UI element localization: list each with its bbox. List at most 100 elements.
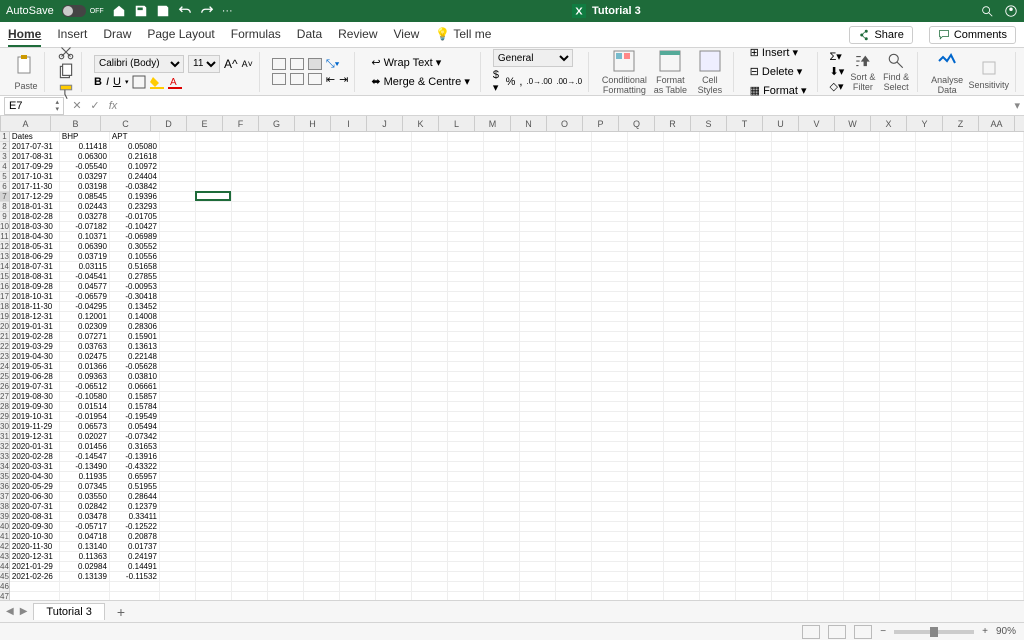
cell[interactable]: [772, 242, 808, 251]
cell[interactable]: [556, 302, 592, 311]
col-header[interactable]: X: [871, 116, 907, 131]
cell[interactable]: [412, 282, 448, 291]
cell[interactable]: [160, 542, 196, 551]
cell[interactable]: [448, 562, 484, 571]
cell[interactable]: [772, 562, 808, 571]
cell[interactable]: [304, 472, 340, 481]
cell[interactable]: [916, 492, 952, 501]
cell[interactable]: [952, 422, 988, 431]
cell[interactable]: 0.02027: [60, 432, 110, 441]
cell[interactable]: [844, 552, 880, 561]
page-layout-view-icon[interactable]: [828, 625, 846, 639]
cell[interactable]: [772, 382, 808, 391]
cell[interactable]: [772, 332, 808, 341]
cell[interactable]: [160, 392, 196, 401]
cell[interactable]: [268, 402, 304, 411]
cell[interactable]: [988, 342, 1024, 351]
cell[interactable]: -0.05628: [110, 362, 160, 371]
cell[interactable]: [880, 372, 916, 381]
cell[interactable]: [520, 142, 556, 151]
share-button[interactable]: Share: [849, 26, 912, 44]
cell[interactable]: [808, 432, 844, 441]
cell[interactable]: [340, 172, 376, 181]
cell[interactable]: 0.03719: [60, 252, 110, 261]
percent-icon[interactable]: %: [506, 76, 516, 88]
cell[interactable]: 2017-08-31: [10, 152, 60, 161]
cell[interactable]: 0.06661: [110, 382, 160, 391]
cell[interactable]: [412, 562, 448, 571]
cell[interactable]: [916, 332, 952, 341]
cell[interactable]: 2019-01-31: [10, 322, 60, 331]
cell[interactable]: [520, 502, 556, 511]
cell[interactable]: [772, 362, 808, 371]
cell[interactable]: [988, 372, 1024, 381]
cell[interactable]: [916, 402, 952, 411]
row-header[interactable]: 12: [0, 242, 9, 252]
cell[interactable]: Dates: [10, 132, 60, 141]
cell[interactable]: [628, 262, 664, 271]
cell[interactable]: [988, 302, 1024, 311]
cell[interactable]: [628, 292, 664, 301]
cell[interactable]: [484, 182, 520, 191]
cell[interactable]: [556, 252, 592, 261]
cell[interactable]: [520, 192, 556, 201]
cell[interactable]: [160, 502, 196, 511]
cell[interactable]: [628, 542, 664, 551]
cell[interactable]: [484, 322, 520, 331]
cell[interactable]: [232, 222, 268, 231]
cell[interactable]: 0.01366: [60, 362, 110, 371]
cell[interactable]: -0.07182: [60, 222, 110, 231]
cell[interactable]: [664, 252, 700, 261]
cell[interactable]: [160, 302, 196, 311]
cell[interactable]: [844, 212, 880, 221]
cell[interactable]: [628, 512, 664, 521]
cell[interactable]: [916, 302, 952, 311]
cell[interactable]: [160, 492, 196, 501]
cell[interactable]: [232, 132, 268, 141]
cell[interactable]: [952, 182, 988, 191]
cell[interactable]: [808, 392, 844, 401]
cell[interactable]: [664, 492, 700, 501]
cell[interactable]: [772, 512, 808, 521]
cell[interactable]: [376, 322, 412, 331]
cell[interactable]: [736, 442, 772, 451]
cell[interactable]: [736, 282, 772, 291]
cell[interactable]: 2019-06-28: [10, 372, 60, 381]
cell[interactable]: [952, 372, 988, 381]
cell[interactable]: 0.11935: [60, 472, 110, 481]
cell[interactable]: [232, 142, 268, 151]
cell[interactable]: [772, 452, 808, 461]
cell[interactable]: [592, 252, 628, 261]
cell[interactable]: [340, 322, 376, 331]
cell[interactable]: [988, 552, 1024, 561]
cell[interactable]: [592, 322, 628, 331]
cell[interactable]: [484, 582, 520, 591]
cell[interactable]: [160, 412, 196, 421]
cell[interactable]: BHP: [60, 132, 110, 141]
cell[interactable]: [520, 582, 556, 591]
cell[interactable]: [880, 512, 916, 521]
cell[interactable]: [376, 272, 412, 281]
cell[interactable]: 0.33411: [110, 512, 160, 521]
cell[interactable]: [628, 382, 664, 391]
cell[interactable]: [268, 462, 304, 471]
cell[interactable]: [196, 352, 232, 361]
cell[interactable]: [916, 462, 952, 471]
cell[interactable]: [340, 492, 376, 501]
cell[interactable]: [952, 532, 988, 541]
cell[interactable]: 2018-02-28: [10, 212, 60, 221]
cell[interactable]: [592, 482, 628, 491]
cell[interactable]: [988, 422, 1024, 431]
cell[interactable]: [664, 412, 700, 421]
cell[interactable]: [628, 452, 664, 461]
cell[interactable]: [412, 422, 448, 431]
cell[interactable]: [376, 412, 412, 421]
cell[interactable]: [520, 442, 556, 451]
cell[interactable]: [736, 422, 772, 431]
cell[interactable]: [916, 212, 952, 221]
cell[interactable]: [304, 232, 340, 241]
cell[interactable]: [340, 462, 376, 471]
cell[interactable]: [808, 492, 844, 501]
cell[interactable]: [880, 312, 916, 321]
cell[interactable]: [736, 392, 772, 401]
